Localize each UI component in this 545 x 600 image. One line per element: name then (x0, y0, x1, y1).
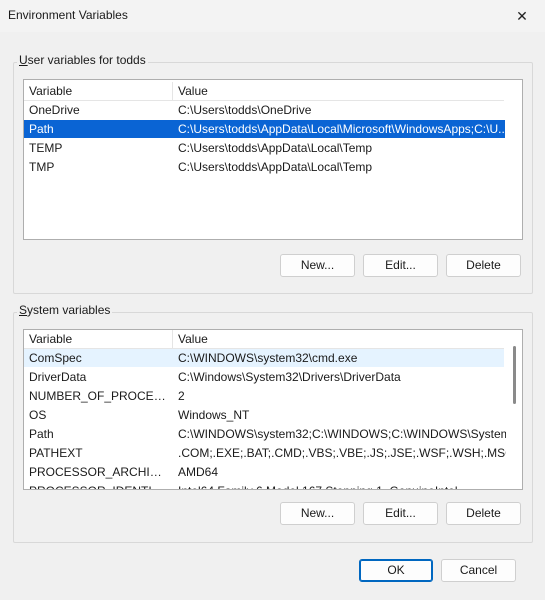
list-item-selected[interactable]: Path C:\Users\todds\AppData\Local\Micros… (24, 120, 508, 138)
list-item[interactable]: Path C:\WINDOWS\system32;C:\WINDOWS;C:\W… (24, 425, 508, 443)
close-icon[interactable]: ✕ (499, 0, 545, 32)
column-header-variable[interactable]: Variable (29, 330, 169, 348)
list-header: Variable Value (24, 330, 504, 349)
user-variables-list[interactable]: Variable Value OneDrive C:\Users\todds\O… (23, 79, 523, 240)
list-item[interactable]: OS Windows_NT (24, 406, 504, 424)
column-header-variable[interactable]: Variable (29, 82, 169, 100)
system-delete-button[interactable]: Delete (446, 502, 521, 525)
list-item[interactable]: ComSpec C:\WINDOWS\system32\cmd.exe (24, 349, 504, 367)
column-header-value[interactable]: Value (178, 82, 508, 100)
system-variables-label: System variables (17, 303, 113, 317)
list-header: Variable Value (24, 82, 504, 101)
system-variables-list[interactable]: Variable Value ComSpec C:\WINDOWS\system… (23, 329, 523, 490)
list-item[interactable]: PROCESSOR_ARCHITECTU... AMD64 (24, 463, 504, 481)
title-bar: Environment Variables ✕ (0, 0, 545, 32)
list-item[interactable]: TEMP C:\Users\todds\AppData\Local\Temp (24, 139, 504, 157)
system-list-scrollbar[interactable] (506, 330, 522, 489)
list-item[interactable]: PATHEXT .COM;.EXE;.BAT;.CMD;.VBS;.VBE;.J… (24, 444, 508, 462)
column-header-value[interactable]: Value (178, 330, 508, 348)
ok-button[interactable]: OK (359, 559, 433, 582)
system-new-button[interactable]: New... (280, 502, 355, 525)
user-variables-label: User variables for todds (17, 53, 148, 67)
scrollbar-thumb[interactable] (513, 346, 516, 404)
window-title: Environment Variables (8, 8, 128, 22)
user-new-button[interactable]: New... (280, 254, 355, 277)
system-edit-button[interactable]: Edit... (363, 502, 438, 525)
user-edit-button[interactable]: Edit... (363, 254, 438, 277)
list-item[interactable]: NUMBER_OF_PROCESSORS 2 (24, 387, 504, 405)
list-item[interactable]: PROCESSOR_IDENTIFIER Intel64 Family 6 Mo… (24, 482, 504, 489)
list-item[interactable]: TMP C:\Users\todds\AppData\Local\Temp (24, 158, 504, 176)
user-delete-button[interactable]: Delete (446, 254, 521, 277)
cancel-button[interactable]: Cancel (441, 559, 516, 582)
list-item[interactable]: DriverData C:\Windows\System32\Drivers\D… (24, 368, 504, 386)
list-item[interactable]: OneDrive C:\Users\todds\OneDrive (24, 101, 504, 119)
